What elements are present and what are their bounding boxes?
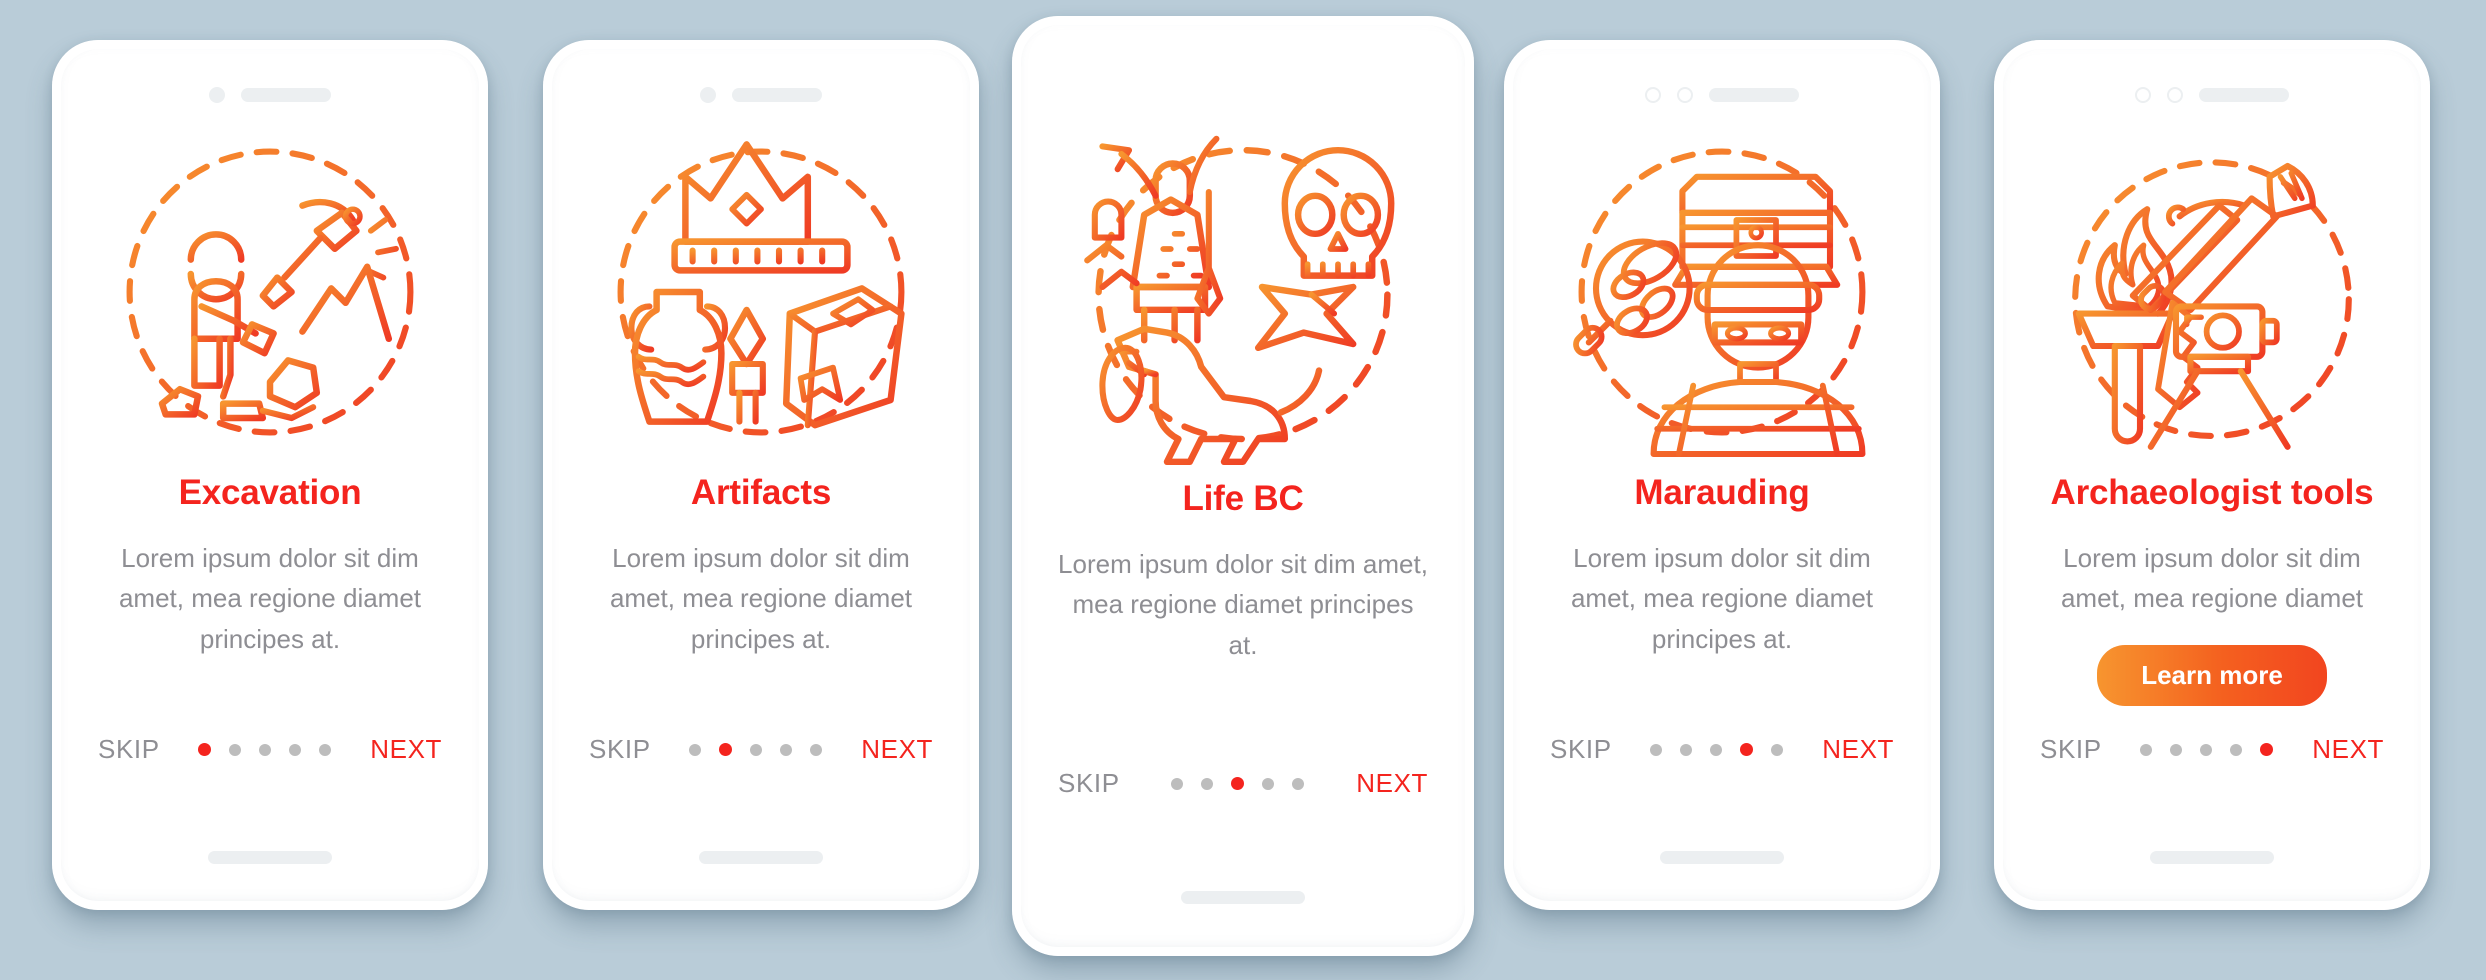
learn-more-button[interactable]: Learn more — [2097, 644, 2327, 706]
onboarding-screen-life-bc[interactable]: Life BC Lorem ipsum dolor sit dim amet, … — [1012, 16, 1474, 956]
onboarding-screens-mockup: Excavation Lorem ipsum dolor sit dim ame… — [0, 0, 2486, 980]
page-dot-2[interactable] — [1201, 777, 1214, 790]
page-dot-2[interactable] — [1680, 743, 1693, 756]
skip-button[interactable]: SKIP — [589, 734, 651, 765]
skip-button[interactable]: SKIP — [98, 734, 160, 765]
page-dot-3[interactable] — [1231, 777, 1245, 790]
camera-dot-icon — [700, 87, 716, 103]
page-dot-1[interactable] — [1650, 743, 1663, 756]
page-dot-5[interactable] — [2260, 743, 2274, 756]
skip-button[interactable]: SKIP — [2040, 734, 2102, 765]
status-bar — [52, 78, 488, 112]
status-bar — [1504, 78, 1940, 112]
page-dot-2[interactable] — [719, 743, 733, 756]
page-description: Lorem ipsum dolor sit dim amet, mea regi… — [2060, 543, 2364, 614]
page-dot-5[interactable] — [1771, 743, 1784, 756]
page-dot-2[interactable] — [229, 743, 242, 756]
camera-dot-icon — [209, 87, 225, 103]
next-button[interactable]: NEXT — [2312, 734, 2384, 765]
speaker-grill-icon — [1709, 88, 1799, 102]
page-dot-5[interactable] — [1292, 777, 1305, 790]
sensor-ring-icon — [2167, 87, 2183, 103]
onboarding-screen-archaeologist-tools[interactable]: Archaeologist tools Lorem ipsum dolor si… — [1994, 40, 2430, 910]
page-dot-1[interactable] — [1171, 777, 1184, 790]
life-bc-icon — [1053, 96, 1433, 478]
page-dot-4[interactable] — [289, 743, 302, 756]
page-dot-4[interactable] — [1740, 743, 1754, 756]
home-indicator — [208, 851, 332, 864]
onboarding-nav: SKIP NEXT — [1504, 734, 1940, 765]
page-title: Artifacts — [690, 473, 832, 512]
next-button[interactable]: NEXT — [861, 734, 933, 765]
skip-button[interactable]: SKIP — [1550, 734, 1612, 765]
page-indicator-dots[interactable] — [2140, 743, 2274, 756]
onboarding-nav: SKIP NEXT — [52, 734, 488, 765]
page-dot-4[interactable] — [780, 743, 793, 756]
next-button[interactable]: NEXT — [1822, 734, 1894, 765]
skip-button[interactable]: SKIP — [1058, 768, 1120, 799]
onboarding-screen-excavation[interactable]: Excavation Lorem ipsum dolor sit dim ame… — [52, 40, 488, 910]
speaker-grill-icon — [732, 88, 822, 102]
page-dot-2[interactable] — [2170, 743, 2183, 756]
status-bar — [1994, 78, 2430, 112]
onboarding-nav: SKIP NEXT — [543, 734, 979, 765]
page-dot-3[interactable] — [750, 743, 763, 756]
page-indicator-dots[interactable] — [1650, 743, 1784, 756]
camera-ring-icon — [2135, 87, 2151, 103]
page-indicator-dots[interactable] — [1171, 777, 1305, 790]
onboarding-screen-artifacts[interactable]: Artifacts Lorem ipsum dolor sit dim amet… — [543, 40, 979, 910]
page-indicator-dots[interactable] — [198, 743, 332, 756]
onboarding-nav: SKIP NEXT — [1012, 768, 1474, 799]
page-dot-3[interactable] — [259, 743, 272, 756]
page-indicator-dots[interactable] — [689, 743, 823, 756]
page-dot-5[interactable] — [810, 743, 823, 756]
onboarding-nav: SKIP NEXT — [1994, 734, 2430, 765]
next-button[interactable]: NEXT — [370, 734, 442, 765]
page-title: Excavation — [178, 473, 362, 512]
page-description: Lorem ipsum dolor sit dim amet, mea regi… — [1570, 543, 1874, 654]
page-dot-1[interactable] — [2140, 743, 2153, 756]
status-bar — [543, 78, 979, 112]
speaker-grill-icon — [2199, 88, 2289, 102]
page-dot-1[interactable] — [689, 743, 702, 756]
page-title: Marauding — [1634, 473, 1810, 512]
camera-ring-icon — [1645, 87, 1661, 103]
page-dot-5[interactable] — [319, 743, 332, 756]
page-description: Lorem ipsum dolor sit dim amet, mea regi… — [1058, 549, 1428, 660]
excavation-icon — [90, 112, 450, 472]
artifacts-icon — [581, 112, 941, 472]
page-title: Archaeologist tools — [2050, 473, 2374, 512]
next-button[interactable]: NEXT — [1356, 768, 1428, 799]
page-dot-3[interactable] — [2200, 743, 2213, 756]
speaker-grill-icon — [241, 88, 331, 102]
page-title: Life BC — [1182, 479, 1304, 518]
sensor-ring-icon — [1677, 87, 1693, 103]
home-indicator — [2150, 851, 2274, 864]
page-dot-1[interactable] — [198, 743, 212, 756]
page-dot-3[interactable] — [1710, 743, 1723, 756]
marauding-icon — [1542, 112, 1902, 472]
home-indicator — [699, 851, 823, 864]
page-description: Lorem ipsum dolor sit dim amet, mea regi… — [609, 543, 913, 654]
page-dot-4[interactable] — [1262, 777, 1275, 790]
home-indicator — [1660, 851, 1784, 864]
archaeologist-tools-icon — [2032, 112, 2392, 472]
onboarding-screen-marauding[interactable]: Marauding Lorem ipsum dolor sit dim amet… — [1504, 40, 1940, 910]
home-indicator — [1181, 891, 1305, 904]
page-dot-4[interactable] — [2230, 743, 2243, 756]
page-description: Lorem ipsum dolor sit dim amet, mea regi… — [118, 543, 422, 654]
